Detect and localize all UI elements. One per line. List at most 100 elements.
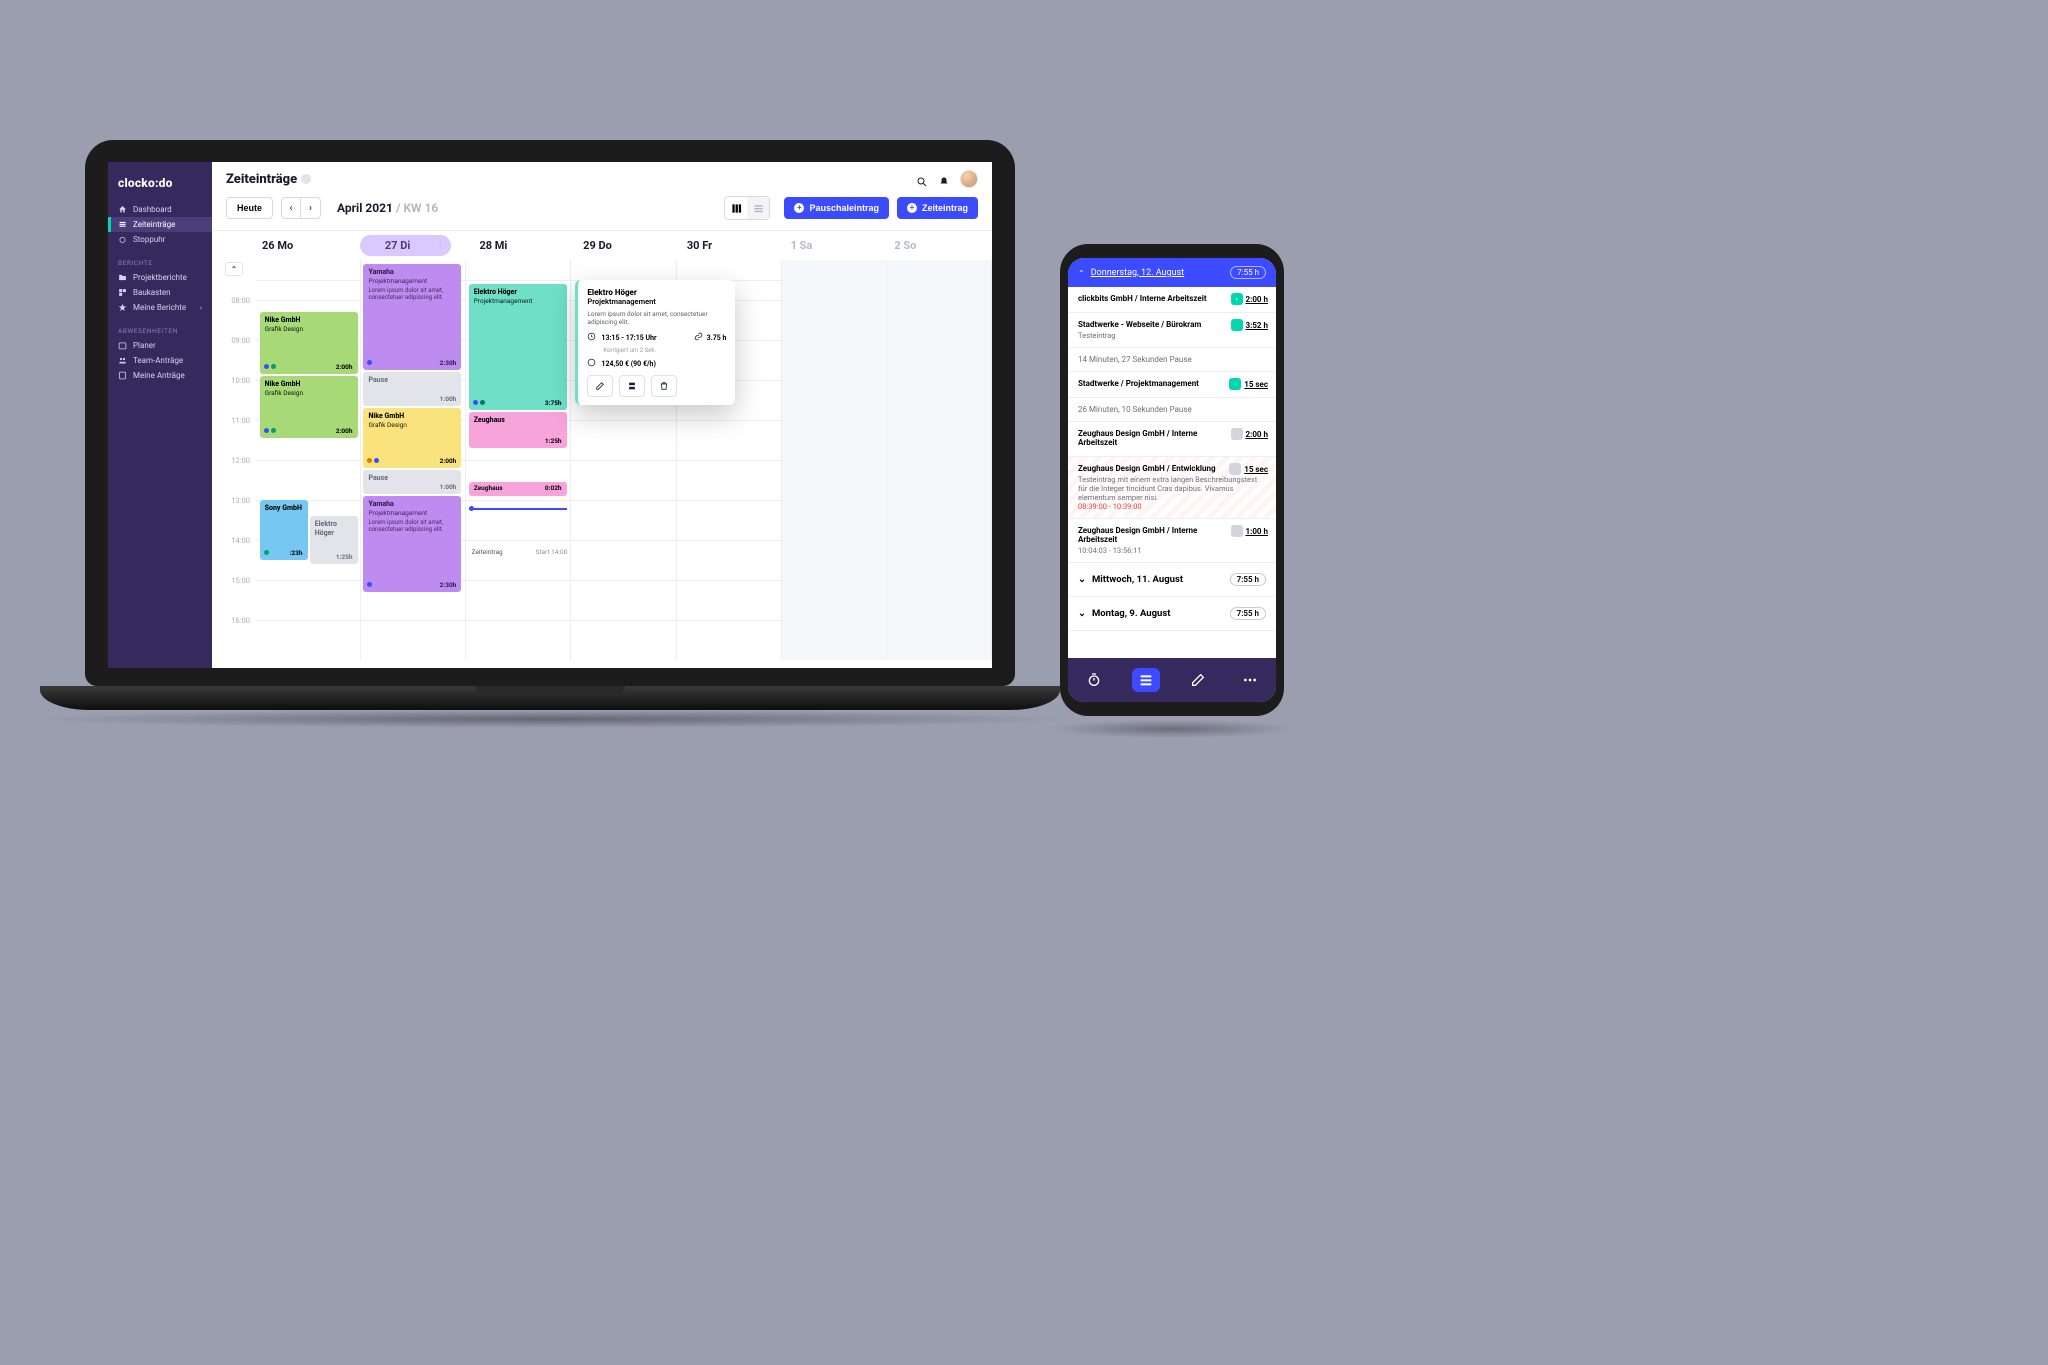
calendar-grid: ⌃ 08:00 09:00 10:00 11:00 12:00 13:00 14… bbox=[212, 260, 992, 660]
day-header-row: 26 Mo 27 Di⋮ 28 Mi 29 Do 30 Fr 1 Sa 2 So bbox=[212, 230, 992, 260]
phone-break: 14 Minuten, 27 Sekunden Pause bbox=[1068, 348, 1276, 372]
zeiteintrag-button[interactable]: +Zeiteintrag bbox=[897, 197, 978, 219]
phone-tab-edit[interactable] bbox=[1184, 668, 1212, 692]
hour-label: 16:00 bbox=[231, 616, 250, 625]
nav-team-antraege[interactable]: Team-Anträge bbox=[108, 353, 212, 368]
page-title: Zeiteinträge bbox=[226, 172, 311, 187]
day-header[interactable]: 30 Fr bbox=[681, 231, 785, 260]
euro-icon bbox=[587, 358, 596, 369]
pauschaleintrag-button[interactable]: +Pauschaleintrag bbox=[784, 197, 889, 219]
view-toggle bbox=[724, 196, 770, 220]
phone-tabbar bbox=[1068, 658, 1276, 702]
time-entry[interactable]: Nike GmbHGrafik Design 2:00h bbox=[260, 312, 358, 374]
time-entry[interactable]: Elektro Höger 1:25h bbox=[310, 516, 358, 564]
day-header[interactable]: 28 Mi bbox=[473, 231, 577, 260]
chevron-right-icon: › bbox=[200, 304, 202, 312]
nav-label: Planer bbox=[133, 341, 156, 350]
nav-label: Team-Anträge bbox=[133, 356, 183, 365]
day-header-weekend[interactable]: 2 So bbox=[888, 231, 992, 260]
popover-desc: Lorem ipsum dolor sit amet, consectetuer… bbox=[587, 310, 726, 326]
split-button[interactable] bbox=[619, 375, 645, 397]
phone-day-header[interactable]: ⌄Mittwoch, 11. August 7:55 h bbox=[1068, 563, 1276, 597]
prev-button[interactable]: ‹ bbox=[281, 197, 301, 219]
calendar-icon bbox=[118, 341, 127, 350]
nav-zeiteintraege[interactable]: Zeiteinträge bbox=[108, 217, 212, 232]
phone-entry-error[interactable]: Zeughaus Design GmbH / Entwicklung Teste… bbox=[1068, 457, 1276, 519]
nav-projektberichte[interactable]: Projektberichte bbox=[108, 270, 212, 285]
hour-label: 11:00 bbox=[231, 416, 250, 425]
view-calendar[interactable] bbox=[725, 197, 747, 219]
day-header[interactable]: 26 Mo bbox=[256, 231, 360, 260]
nav-meine-berichte[interactable]: Meine Berichte › bbox=[108, 300, 212, 315]
more-icon[interactable]: ⋮ bbox=[435, 239, 445, 250]
today-button[interactable]: Heute bbox=[226, 197, 273, 219]
nav-planer[interactable]: Planer bbox=[108, 338, 212, 353]
phone-entry[interactable]: clickbits GmbH / Interne Arbeitszeit 2:0… bbox=[1068, 287, 1276, 313]
folder-icon bbox=[118, 273, 127, 282]
chevron-down-icon: ⌄ bbox=[1078, 608, 1086, 619]
nav-meine-antraege[interactable]: Meine Anträge bbox=[108, 368, 212, 383]
phone-entry[interactable]: Stadtwerke / Projektmanagement 15 sec bbox=[1068, 372, 1276, 398]
time-entry[interactable]: Zeughaus 1:25h bbox=[469, 412, 567, 448]
avatar[interactable] bbox=[960, 170, 978, 188]
phone-day-header-active[interactable]: ⌄Donnerstag, 12. August 7:55 h bbox=[1068, 258, 1276, 287]
phone-entry[interactable]: Zeughaus Design GmbH / Interne Arbeitsze… bbox=[1068, 519, 1276, 563]
phone-tab-list[interactable] bbox=[1132, 668, 1160, 692]
hour-label: 13:00 bbox=[231, 496, 250, 505]
time-entry[interactable]: YamahaProjektmanagementLorem ipsum dolor… bbox=[363, 264, 461, 370]
bell-icon[interactable] bbox=[938, 173, 950, 185]
time-entry[interactable]: Sony GmbH :23h bbox=[260, 500, 308, 560]
phone-entry[interactable]: Zeughaus Design GmbH / Interne Arbeitsze… bbox=[1068, 422, 1276, 457]
link-icon bbox=[694, 332, 703, 343]
collapse-button[interactable]: ⌃ bbox=[225, 262, 243, 276]
hour-label: 12:00 bbox=[231, 456, 250, 465]
phone-tab-timer[interactable] bbox=[1080, 668, 1108, 692]
time-entry[interactable]: Nike GmbHGrafik Design 2:00h bbox=[363, 408, 461, 468]
popover-title: Elektro Höger bbox=[587, 288, 726, 297]
nav-baukasten[interactable]: Baukasten bbox=[108, 285, 212, 300]
time-entry[interactable]: Elektro HögerProjektmanagement 3:75h bbox=[469, 284, 567, 410]
plus-doc-icon bbox=[118, 371, 127, 380]
timescale: ⌃ 08:00 09:00 10:00 11:00 12:00 13:00 14… bbox=[212, 260, 256, 660]
day-header-weekend[interactable]: 1 Sa bbox=[785, 231, 889, 260]
time-entry[interactable]: Nike GmbHGrafik Design 2:00h bbox=[260, 376, 358, 438]
delete-button[interactable] bbox=[651, 375, 677, 397]
nav-label: Dashboard bbox=[133, 205, 172, 214]
hour-label: 14:00 bbox=[231, 536, 250, 545]
section-absence: ABWESENHEITEN bbox=[108, 315, 212, 338]
plus-icon: + bbox=[794, 203, 804, 213]
search-icon[interactable] bbox=[916, 173, 928, 185]
day-header[interactable]: 29 Do bbox=[577, 231, 681, 260]
view-list[interactable] bbox=[747, 197, 769, 219]
nav-label: Stoppuhr bbox=[133, 235, 165, 244]
pause-entry[interactable]: Pause 1:00h bbox=[363, 470, 461, 494]
list-icon bbox=[118, 220, 127, 229]
star-icon bbox=[118, 303, 127, 312]
running-icon bbox=[1231, 293, 1243, 305]
team-icon bbox=[118, 356, 127, 365]
brand-logo: clocko:do bbox=[108, 172, 212, 202]
blocks-icon bbox=[118, 288, 127, 297]
edit-button[interactable] bbox=[587, 375, 613, 397]
phone-break: 26 Minuten, 10 Sekunden Pause bbox=[1068, 398, 1276, 422]
info-icon[interactable] bbox=[301, 174, 311, 184]
date-pager: ‹ › bbox=[281, 197, 321, 219]
nav-dashboard[interactable]: Dashboard bbox=[108, 202, 212, 217]
nav-stoppuhr[interactable]: Stoppuhr bbox=[108, 232, 212, 247]
popover-subtitle: Projektmanagement bbox=[587, 297, 726, 306]
day-header-selected[interactable]: 27 Di⋮ bbox=[360, 235, 452, 256]
chevron-down-icon: ⌄ bbox=[1078, 574, 1086, 585]
clock-icon bbox=[587, 332, 596, 343]
phone-tab-more[interactable] bbox=[1236, 668, 1264, 692]
phone-day-header[interactable]: ⌄Montag, 9. August 7:55 h bbox=[1068, 597, 1276, 631]
calendar-columns: Nike GmbHGrafik Design 2:00h Nike GmbHGr… bbox=[256, 260, 992, 660]
time-entry[interactable]: Zeughaus0:02h bbox=[469, 482, 567, 496]
pause-entry[interactable]: Pause 1:00h bbox=[363, 372, 461, 406]
date-period: April 2021 / KW 16 bbox=[337, 201, 438, 215]
plus-icon: + bbox=[907, 203, 917, 213]
next-button[interactable]: › bbox=[301, 197, 321, 219]
phone-entry[interactable]: Stadtwerke - Webseite / Bürokram Testein… bbox=[1068, 313, 1276, 348]
time-entry[interactable]: YamahaProjektmanagementLorem ipsum dolor… bbox=[363, 496, 461, 592]
section-reports: BERICHTE bbox=[108, 247, 212, 270]
popover-dur: 3.75 h bbox=[707, 334, 727, 342]
